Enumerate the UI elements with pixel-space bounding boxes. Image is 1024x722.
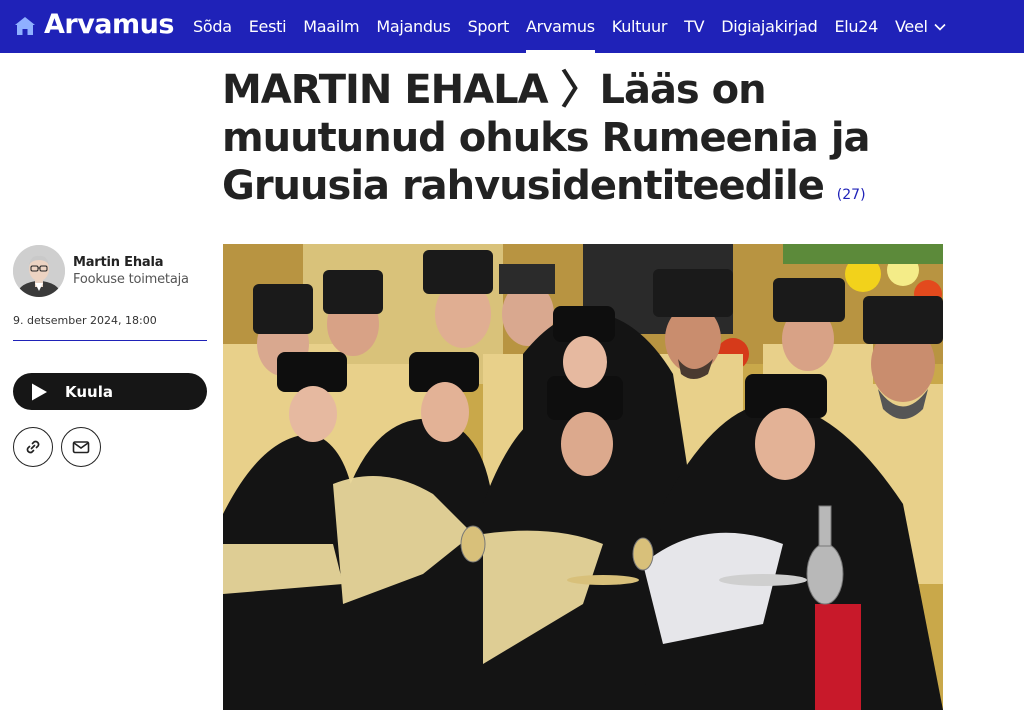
listen-button-label: Kuula bbox=[65, 382, 113, 401]
nav-item-maailm[interactable]: Maailm bbox=[303, 0, 359, 53]
mail-icon bbox=[72, 441, 90, 454]
author-avatar[interactable] bbox=[13, 245, 65, 297]
article-photo[interactable] bbox=[223, 244, 943, 710]
home-icon[interactable] bbox=[14, 16, 36, 36]
top-navigation: Arvamus Sõda Eesti Maailm Majandus Sport… bbox=[0, 0, 1024, 53]
comments-count-link[interactable]: (27) bbox=[837, 187, 866, 203]
site-logo[interactable]: Arvamus bbox=[44, 9, 174, 40]
nav-more-label: Veel bbox=[895, 17, 928, 36]
nav-item-elu24[interactable]: Elu24 bbox=[834, 0, 878, 53]
author-role: Fookuse toimetaja bbox=[73, 272, 189, 287]
author-name[interactable]: Martin Ehala bbox=[73, 255, 164, 270]
nav-item-arvamus[interactable]: Arvamus bbox=[526, 0, 595, 53]
nav-item-soda[interactable]: Sõda bbox=[193, 0, 232, 53]
chevron-down-icon bbox=[934, 23, 946, 31]
nav-item-tv[interactable]: TV bbox=[684, 0, 704, 53]
email-share-button[interactable] bbox=[61, 427, 101, 467]
nav-item-eesti[interactable]: Eesti bbox=[249, 0, 287, 53]
nav-more-button[interactable]: Veel bbox=[895, 0, 946, 53]
copy-link-button[interactable] bbox=[13, 427, 53, 467]
play-icon bbox=[32, 383, 47, 400]
link-icon bbox=[26, 440, 40, 454]
article-title: MARTIN EHALA 〉Lääs on muutunud ohuks Rum… bbox=[222, 66, 962, 219]
nav-menu: Sõda Eesti Maailm Majandus Sport Arvamus… bbox=[193, 0, 946, 53]
nav-item-sport[interactable]: Sport bbox=[468, 0, 510, 53]
article-title-text: MARTIN EHALA 〉Lääs on muutunud ohuks Rum… bbox=[222, 67, 871, 209]
publish-date: 9. detsember 2024, 18:00 bbox=[13, 314, 157, 327]
nav-item-digiajakirjad[interactable]: Digiajakirjad bbox=[721, 0, 818, 53]
nav-item-kultuur[interactable]: Kultuur bbox=[612, 0, 668, 53]
listen-button[interactable]: Kuula bbox=[13, 373, 207, 410]
divider bbox=[13, 340, 207, 341]
nav-item-majandus[interactable]: Majandus bbox=[376, 0, 451, 53]
